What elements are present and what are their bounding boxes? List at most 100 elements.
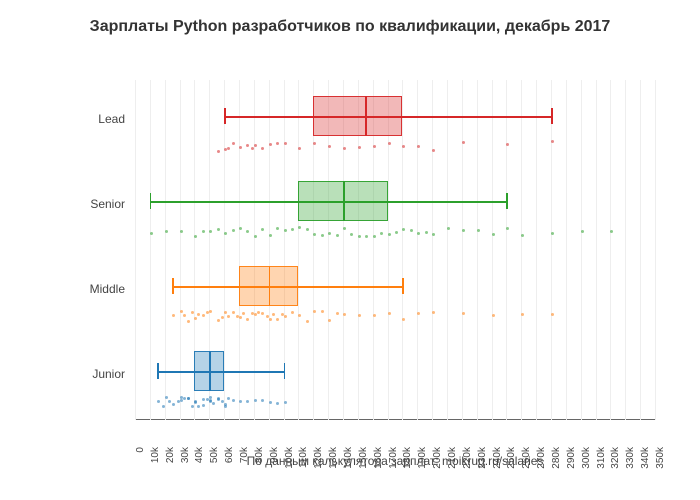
data-point bbox=[581, 230, 584, 233]
box-row-middle bbox=[135, 252, 655, 332]
data-point bbox=[551, 232, 554, 235]
data-point bbox=[232, 399, 235, 402]
data-point bbox=[261, 399, 264, 402]
data-point bbox=[521, 313, 524, 316]
data-point bbox=[343, 313, 346, 316]
data-point bbox=[417, 232, 420, 235]
data-point bbox=[209, 230, 212, 233]
data-point bbox=[187, 397, 190, 400]
data-point bbox=[380, 232, 383, 235]
data-point bbox=[180, 310, 183, 313]
data-point bbox=[373, 145, 376, 148]
data-point bbox=[388, 312, 391, 315]
data-point bbox=[343, 147, 346, 150]
data-point bbox=[298, 314, 301, 317]
data-point bbox=[172, 314, 175, 317]
box-row-junior bbox=[135, 337, 655, 417]
data-point bbox=[343, 227, 346, 230]
data-point bbox=[417, 145, 420, 148]
data-point bbox=[202, 314, 205, 317]
data-point bbox=[269, 401, 272, 404]
median-line bbox=[343, 181, 345, 221]
data-point bbox=[246, 230, 249, 233]
data-point bbox=[358, 314, 361, 317]
data-point bbox=[432, 149, 435, 152]
data-point bbox=[284, 142, 287, 145]
data-point bbox=[197, 405, 200, 408]
data-point bbox=[276, 142, 279, 145]
median-line bbox=[269, 266, 271, 306]
data-point bbox=[321, 234, 324, 237]
y-tick-label: Lead bbox=[75, 112, 125, 126]
data-point bbox=[291, 311, 294, 314]
whisker-cap bbox=[157, 363, 159, 379]
data-point bbox=[321, 310, 324, 313]
data-point bbox=[183, 397, 186, 400]
data-point bbox=[492, 233, 495, 236]
plot-area: 010k20k30k40k50k60k70k80k90k100k110k120k… bbox=[135, 80, 655, 420]
whisker-cap bbox=[150, 193, 152, 209]
data-point bbox=[269, 318, 272, 321]
data-point bbox=[239, 400, 242, 403]
data-point bbox=[291, 228, 294, 231]
data-point bbox=[191, 405, 194, 408]
data-point bbox=[269, 143, 272, 146]
data-point bbox=[313, 233, 316, 236]
data-point bbox=[165, 230, 168, 233]
data-point bbox=[313, 310, 316, 313]
data-point bbox=[417, 312, 420, 315]
data-point bbox=[298, 147, 301, 150]
data-point bbox=[506, 227, 509, 230]
data-point bbox=[328, 232, 331, 235]
data-point bbox=[194, 317, 197, 320]
data-point bbox=[246, 144, 249, 147]
data-point bbox=[239, 227, 242, 230]
data-point bbox=[217, 398, 220, 401]
box-row-lead bbox=[135, 82, 655, 162]
data-point bbox=[257, 311, 260, 314]
data-point bbox=[202, 230, 205, 233]
data-point bbox=[254, 144, 257, 147]
data-point bbox=[212, 402, 215, 405]
data-point bbox=[202, 398, 205, 401]
data-point bbox=[272, 313, 275, 316]
data-point bbox=[246, 318, 249, 321]
data-point bbox=[402, 145, 405, 148]
data-point bbox=[227, 147, 230, 150]
data-point bbox=[232, 311, 235, 314]
data-point bbox=[358, 146, 361, 149]
data-point bbox=[217, 228, 220, 231]
y-tick-label: Senior bbox=[75, 197, 125, 211]
data-point bbox=[610, 230, 613, 233]
data-point bbox=[180, 230, 183, 233]
data-point bbox=[447, 227, 450, 230]
data-point bbox=[306, 320, 309, 323]
x-axis bbox=[135, 419, 655, 420]
data-point bbox=[284, 315, 287, 318]
data-point bbox=[410, 229, 413, 232]
whisker-cap bbox=[551, 108, 553, 124]
data-point bbox=[336, 234, 339, 237]
data-point bbox=[402, 228, 405, 231]
data-point bbox=[350, 233, 353, 236]
data-point bbox=[162, 405, 165, 408]
data-point bbox=[227, 315, 230, 318]
box bbox=[313, 96, 402, 136]
data-point bbox=[242, 312, 245, 315]
data-point bbox=[328, 145, 331, 148]
data-point bbox=[506, 143, 509, 146]
data-point bbox=[209, 396, 212, 399]
data-point bbox=[358, 235, 361, 238]
data-point bbox=[388, 142, 391, 145]
data-point bbox=[224, 232, 227, 235]
data-point bbox=[328, 319, 331, 322]
data-point bbox=[425, 231, 428, 234]
data-point bbox=[187, 320, 190, 323]
data-point bbox=[284, 401, 287, 404]
whisker-cap bbox=[224, 108, 226, 124]
whisker-cap bbox=[172, 278, 174, 294]
points-strip bbox=[135, 310, 655, 324]
data-point bbox=[492, 314, 495, 317]
data-point bbox=[432, 233, 435, 236]
data-point bbox=[462, 312, 465, 315]
